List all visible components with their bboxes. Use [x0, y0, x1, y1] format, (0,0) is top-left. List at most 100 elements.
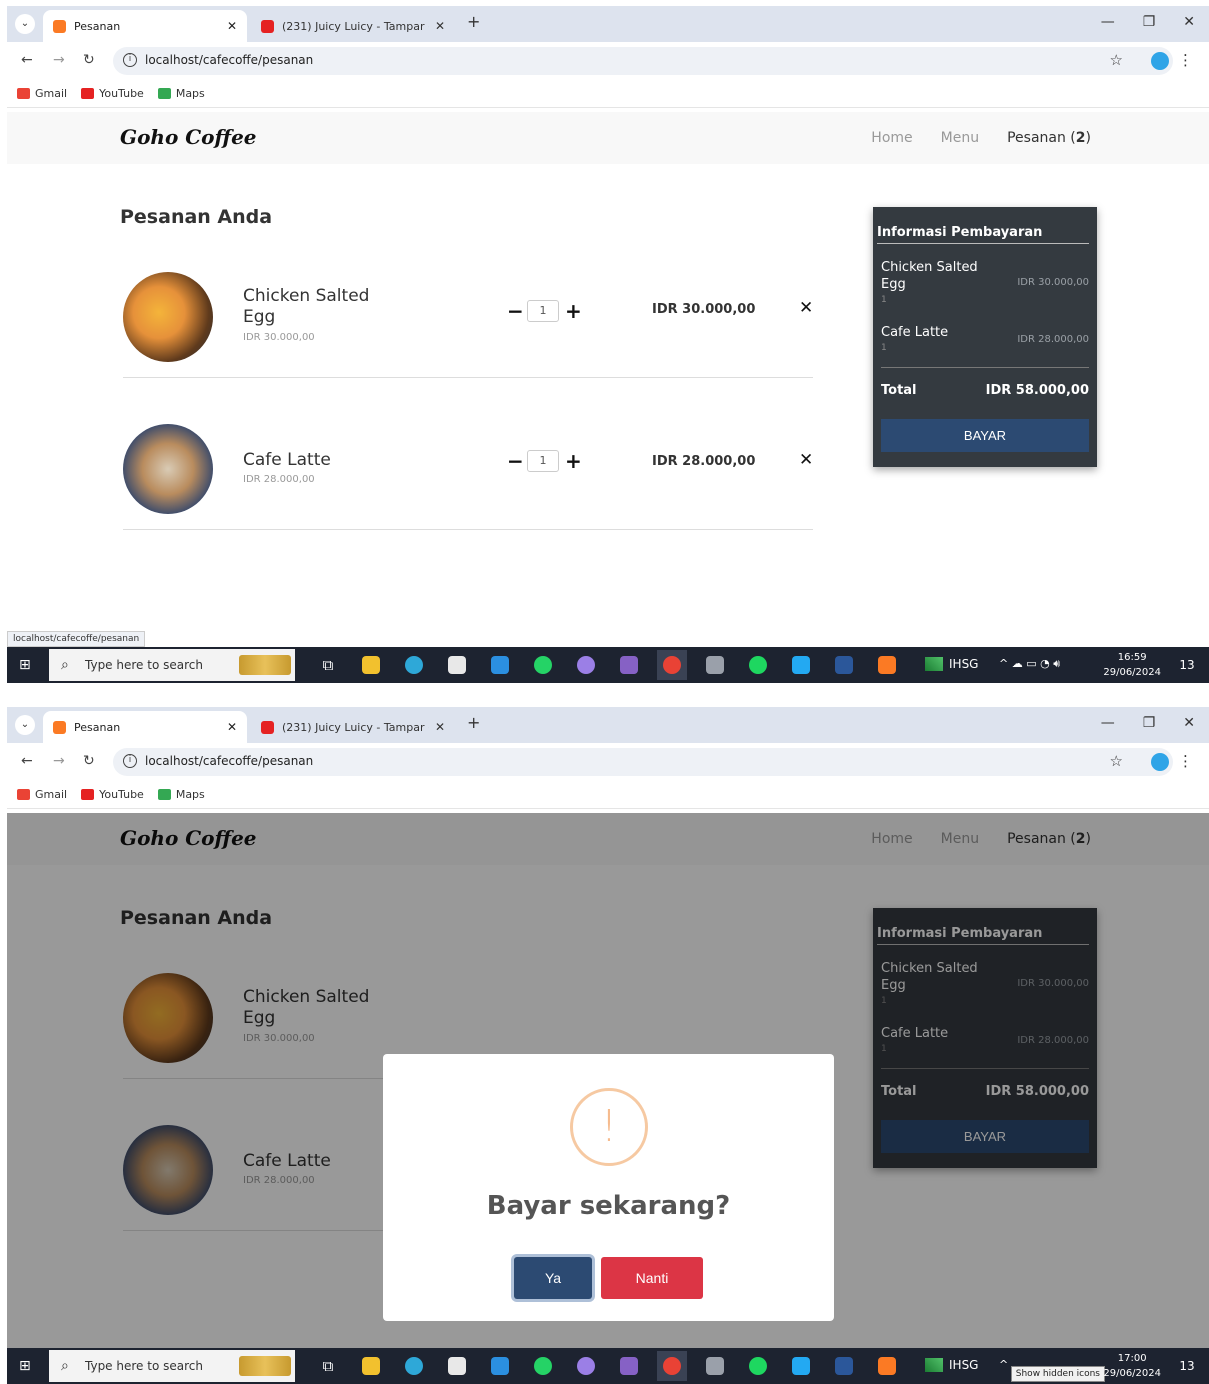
mail-icon[interactable]: [485, 1351, 515, 1381]
star-icon[interactable]: ☆: [1110, 51, 1123, 69]
windows-icon[interactable]: ⊞: [19, 657, 31, 673]
site-info-icon[interactable]: i: [123, 53, 137, 67]
address-bar[interactable]: i localhost/cafecoffe/pesanan: [113, 748, 1173, 776]
minimize-icon[interactable]: —: [1101, 14, 1115, 30]
word-icon[interactable]: [829, 1351, 859, 1381]
bookmark-youtube[interactable]: YouTube: [81, 788, 144, 801]
restore-icon[interactable]: ❐: [1143, 14, 1156, 30]
plus-icon[interactable]: +: [565, 451, 582, 471]
tab-pesanan[interactable]: Pesanan ✕: [43, 10, 247, 42]
taskbar-search-input[interactable]: ⌕ Type here to search: [49, 1350, 295, 1382]
quantity-input[interactable]: 1: [527, 450, 559, 472]
stock-widget[interactable]: IHSG: [925, 657, 978, 671]
tab-pesanan[interactable]: Pesanan ✕: [43, 711, 247, 743]
profile-avatar[interactable]: [1151, 753, 1169, 771]
minus-icon[interactable]: −: [507, 451, 524, 471]
xampp-icon[interactable]: [872, 650, 902, 680]
close-tab-icon[interactable]: ✕: [227, 19, 237, 33]
youtube-favicon-icon: [261, 19, 274, 33]
star-icon[interactable]: ☆: [1110, 752, 1123, 770]
bookmark-maps[interactable]: Maps: [157, 788, 205, 801]
taskbar-search-input[interactable]: ⌕ Type here to search: [49, 649, 295, 681]
new-tab-button[interactable]: +: [467, 12, 480, 31]
brand-logo[interactable]: Goho Coffee: [120, 125, 257, 149]
pay-button[interactable]: BAYAR: [881, 419, 1089, 452]
whatsapp-icon[interactable]: [528, 650, 558, 680]
edge-icon[interactable]: [399, 1351, 429, 1381]
new-tab-button[interactable]: +: [467, 713, 480, 732]
github-icon[interactable]: [571, 1351, 601, 1381]
vscode-icon[interactable]: [786, 1351, 816, 1381]
forward-icon[interactable]: →: [53, 753, 65, 769]
nav-home[interactable]: Home: [871, 130, 912, 146]
spotify-icon[interactable]: [743, 650, 773, 680]
bookmark-youtube[interactable]: YouTube: [81, 87, 144, 100]
back-icon[interactable]: ←: [21, 753, 33, 769]
close-icon[interactable]: ✕: [799, 450, 813, 470]
close-window-icon[interactable]: ✕: [1183, 715, 1195, 731]
forward-icon[interactable]: →: [53, 52, 65, 68]
reload-icon[interactable]: ↻: [83, 52, 95, 68]
close-icon[interactable]: ✕: [799, 298, 813, 318]
menu-kebab-icon[interactable]: ⋮: [1178, 51, 1193, 69]
tab-search-button[interactable]: ⌄: [15, 14, 35, 34]
tooltip: Show hidden icons: [1010, 1366, 1105, 1382]
taskbar-clock[interactable]: 16:59 29/06/2024: [1103, 650, 1161, 680]
virtualbox-icon[interactable]: [700, 650, 730, 680]
mail-icon[interactable]: [485, 650, 515, 680]
tab-search-button[interactable]: ⌄: [15, 715, 35, 735]
restore-icon[interactable]: ❐: [1143, 715, 1156, 731]
word-icon[interactable]: [829, 650, 859, 680]
visual-studio-icon[interactable]: [614, 650, 644, 680]
system-tray[interactable]: ^: [999, 1358, 1008, 1371]
notification-icon[interactable]: 13: [1177, 655, 1197, 675]
reload-icon[interactable]: ↻: [83, 753, 95, 769]
stock-widget[interactable]: IHSG: [925, 1358, 978, 1372]
github-icon[interactable]: [571, 650, 601, 680]
virtualbox-icon[interactable]: [700, 1351, 730, 1381]
profile-avatar[interactable]: [1151, 52, 1169, 70]
bookmark-gmail[interactable]: Gmail: [17, 87, 67, 100]
minimize-icon[interactable]: —: [1101, 715, 1115, 731]
notification-icon[interactable]: 13: [1177, 1356, 1197, 1376]
close-tab-icon[interactable]: ✕: [227, 720, 237, 734]
quantity-input[interactable]: 1: [527, 300, 559, 322]
tab-youtube[interactable]: (231) Juicy Luicy - Tampar (Offic ✕: [253, 10, 453, 42]
close-tab-icon[interactable]: ✕: [435, 720, 445, 734]
tab-youtube[interactable]: (231) Juicy Luicy - Tampar (Offic ✕: [253, 711, 453, 743]
chrome-icon[interactable]: [657, 650, 687, 680]
store-icon[interactable]: [442, 1351, 472, 1381]
back-icon[interactable]: ←: [21, 52, 33, 68]
edge-icon[interactable]: [399, 650, 429, 680]
chrome-icon[interactable]: [657, 1351, 687, 1381]
file-explorer-icon[interactable]: [356, 1351, 386, 1381]
store-icon[interactable]: [442, 650, 472, 680]
confirm-button[interactable]: Ya: [514, 1257, 592, 1299]
close-window-icon[interactable]: ✕: [1183, 14, 1195, 30]
bookmark-maps[interactable]: Maps: [157, 87, 205, 100]
taskbar-clock[interactable]: 17:00 29/06/2024: [1103, 1351, 1161, 1381]
close-tab-icon[interactable]: ✕: [435, 19, 445, 33]
bookmark-gmail[interactable]: Gmail: [17, 788, 67, 801]
taskbar-apps: ⧉: [313, 647, 902, 683]
plus-icon[interactable]: +: [565, 301, 582, 321]
nav-orders[interactable]: Pesanan (2): [1007, 130, 1091, 146]
modal-backdrop[interactable]: ! Bayar sekarang? Ya Nanti: [7, 813, 1209, 1348]
whatsapp-icon[interactable]: [528, 1351, 558, 1381]
windows-icon[interactable]: ⊞: [19, 1358, 31, 1374]
system-tray[interactable]: ^ ☁ ▭ ◔ 🔊︎: [999, 657, 1060, 671]
task-view-icon[interactable]: ⧉: [313, 1351, 343, 1381]
xampp-icon[interactable]: [872, 1351, 902, 1381]
visual-studio-icon[interactable]: [614, 1351, 644, 1381]
menu-kebab-icon[interactable]: ⋮: [1178, 752, 1193, 770]
task-view-icon[interactable]: ⧉: [313, 650, 343, 680]
site-info-icon[interactable]: i: [123, 754, 137, 768]
minus-icon[interactable]: −: [507, 301, 524, 321]
nav-menu[interactable]: Menu: [941, 130, 979, 146]
window-controls: — ❐ ✕: [1101, 14, 1195, 30]
spotify-icon[interactable]: [743, 1351, 773, 1381]
cancel-button[interactable]: Nanti: [601, 1257, 703, 1299]
vscode-icon[interactable]: [786, 650, 816, 680]
file-explorer-icon[interactable]: [356, 650, 386, 680]
address-bar[interactable]: i localhost/cafecoffe/pesanan: [113, 47, 1173, 75]
